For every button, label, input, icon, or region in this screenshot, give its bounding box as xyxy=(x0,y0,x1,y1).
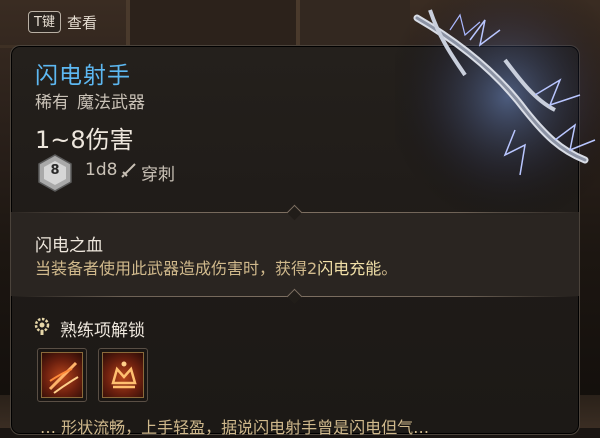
proficiency-crown-icon xyxy=(102,352,144,398)
unlock-gear-icon xyxy=(34,317,50,335)
t-key-icon: T键 xyxy=(28,11,61,33)
proficiency-slash-icon xyxy=(41,352,83,398)
item-category: 魔法武器 xyxy=(77,93,145,113)
flavor-text: … 形状流畅，上手轻盈，据说闪电射手曾是闪电但气… xyxy=(40,418,430,437)
damage-type: 穿刺 xyxy=(141,165,175,185)
ability-title: 闪电之血 xyxy=(35,236,103,256)
d8-die-icon: 8 xyxy=(37,154,73,192)
proficiency-slot-1[interactable] xyxy=(37,348,87,402)
ability-description: 当装备者使用此武器造成伤害时，获得2闪电充能。 xyxy=(35,255,397,279)
sword-icon xyxy=(121,163,136,178)
background-frame xyxy=(300,0,410,48)
ability-keyword[interactable]: 闪电充能 xyxy=(317,259,381,278)
damage-range: 1~8伤害 xyxy=(35,126,134,154)
background-frame xyxy=(130,0,300,48)
die-face-value: 8 xyxy=(50,163,60,178)
item-rarity: 稀有 xyxy=(35,93,69,113)
item-name: 闪电射手 xyxy=(35,63,131,89)
proficiency-title: 熟练项解锁 xyxy=(60,321,145,341)
inspect-key-hint[interactable]: T键 查看 xyxy=(28,10,97,34)
inspect-label: 查看 xyxy=(66,13,97,32)
proficiency-slot-2[interactable] xyxy=(98,348,148,402)
ability-desc-text: 当装备者使用此武器造成伤害时，获得2 xyxy=(35,259,318,278)
item-meta: 稀有 魔法武器 xyxy=(35,88,145,113)
ability-desc-end: 。 xyxy=(381,259,398,278)
lightning-weapon-icon xyxy=(395,0,600,215)
damage-dice: 1d8 xyxy=(85,160,118,180)
